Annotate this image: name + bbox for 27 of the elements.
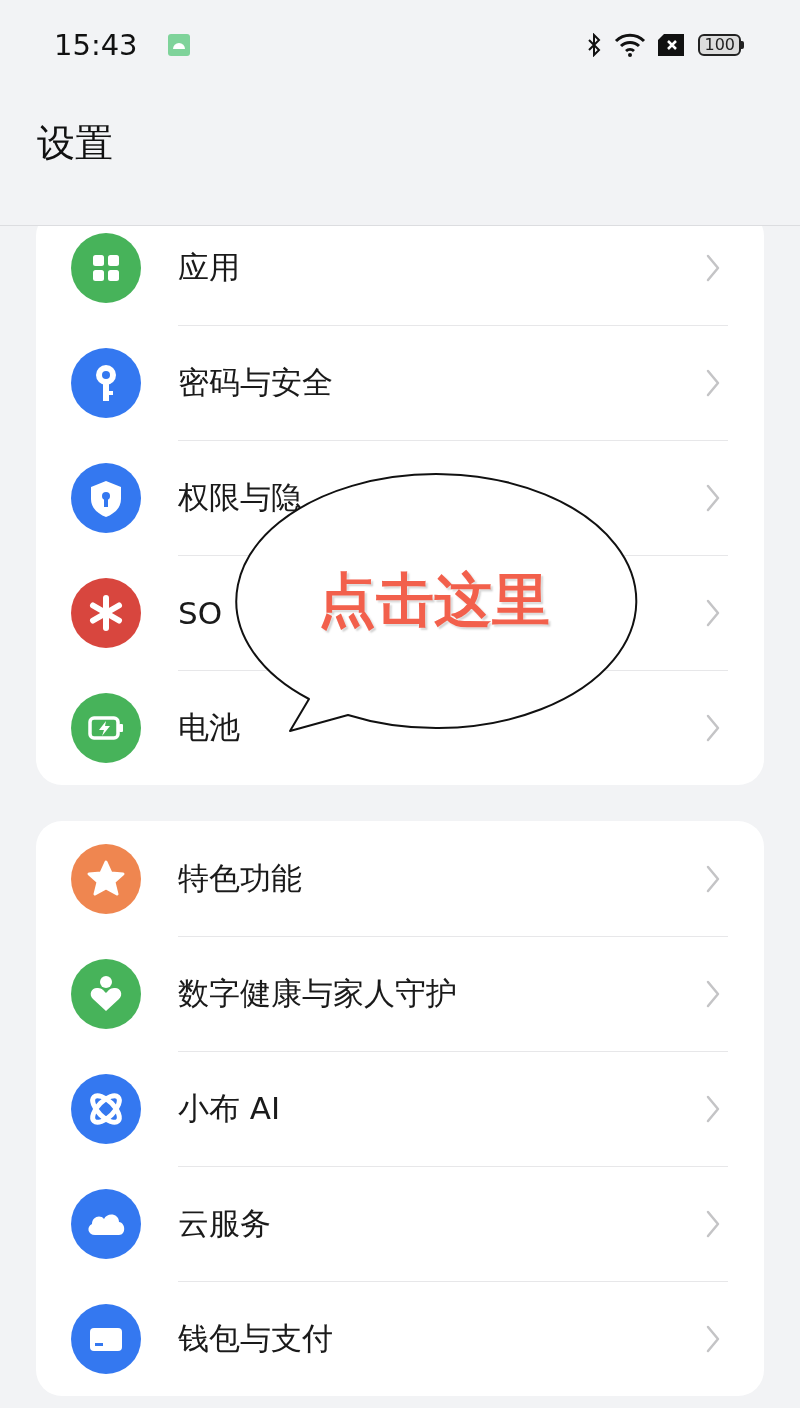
settings-item[interactable]: 应用 [36, 226, 764, 325]
settings-item[interactable]: 特色功能 [36, 821, 764, 936]
chevron-icon [706, 253, 720, 282]
bluetooth-icon [586, 33, 603, 57]
settings-item[interactable]: 密码与安全 [36, 325, 764, 440]
battery-indicator: 100 [698, 34, 744, 56]
chevron-icon [706, 483, 720, 512]
chevron-icon [706, 1094, 720, 1123]
settings-item[interactable]: 电池 [36, 670, 764, 785]
tooltip-text: 点击这里 [318, 565, 550, 636]
chevron-icon [706, 1209, 720, 1238]
chevron-icon [706, 1324, 720, 1353]
chevron-icon [706, 368, 720, 397]
chevron-icon [706, 598, 720, 627]
settings-item[interactable]: 数字健康与家人守护 [36, 936, 764, 1051]
no-sim-icon [658, 34, 687, 56]
status-time: 15:43 [54, 28, 138, 62]
android-app-icon [167, 34, 190, 56]
settings-item[interactable]: 钱包与支付 [36, 1281, 764, 1396]
settings-item[interactable]: 云服务 [36, 1166, 764, 1281]
chevron-icon [706, 864, 720, 893]
chevron-icon [706, 713, 720, 742]
page-title: 设置 [37, 120, 113, 167]
settings-item[interactable]: 小布 AI [36, 1051, 764, 1166]
chevron-icon [706, 979, 720, 1008]
wifi-icon [614, 33, 647, 57]
settings-item[interactable]: 权限与隐 [36, 440, 764, 555]
